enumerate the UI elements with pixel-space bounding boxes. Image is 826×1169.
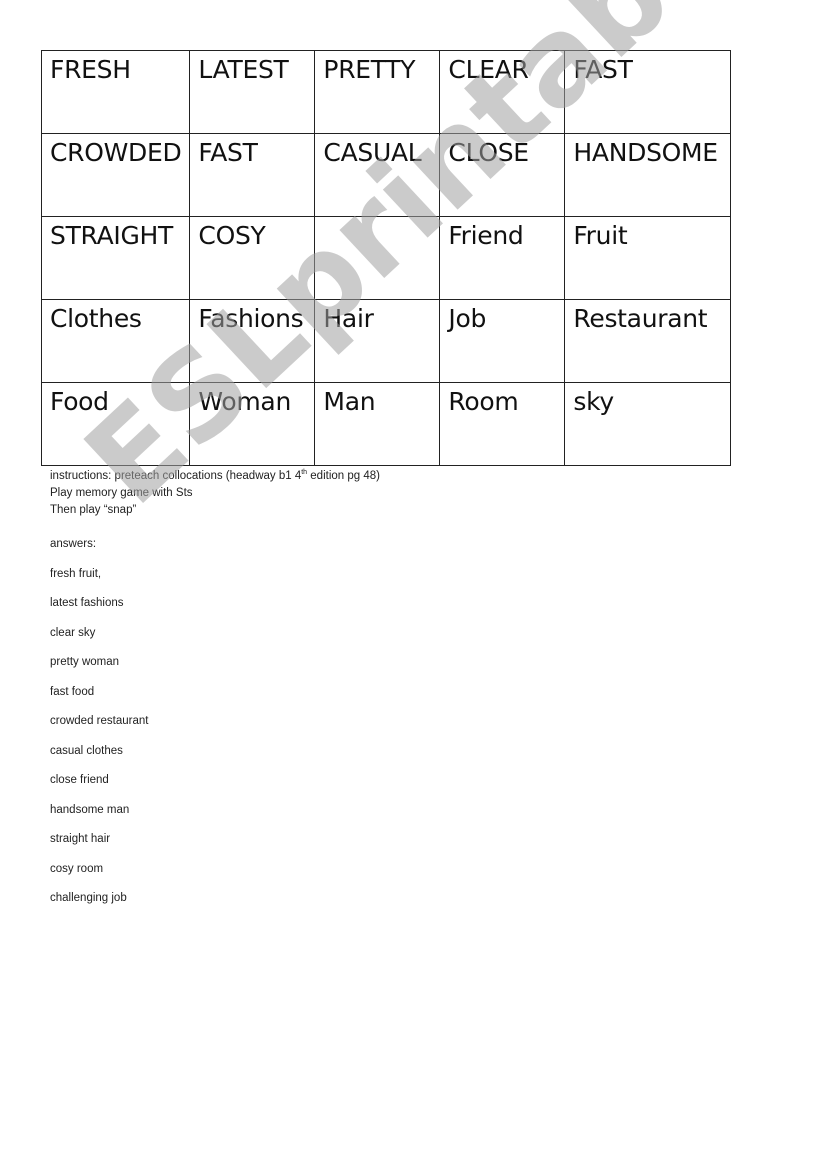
- instructions-text: edition pg 48): [307, 469, 380, 482]
- grid-cell: FAST: [564, 50, 732, 134]
- grid-cell: Room: [439, 382, 566, 466]
- answer-item: close friend: [50, 774, 109, 786]
- instructions-line-1: instructions: preteach collocations (hea…: [50, 464, 380, 485]
- grid-cell: Friend: [439, 216, 566, 300]
- grid-row: CROWDED FAST CASUAL CLOSE HANDSOME: [40, 133, 732, 217]
- answer-item: handsome man: [50, 803, 130, 816]
- answer-item: challenging job: [50, 892, 127, 904]
- grid-cell: Restaurant: [564, 299, 732, 383]
- grid-cell: Food: [40, 382, 191, 466]
- answer-item: pretty woman: [50, 656, 120, 668]
- grid-cell: COSY: [189, 216, 316, 300]
- grid-cell: CLEAR: [439, 50, 566, 134]
- grid-cell: FAST: [189, 133, 316, 217]
- grid-cell: Job: [439, 299, 566, 383]
- grid-cell: Woman: [189, 382, 316, 466]
- instructions: instructions: preteach collocations (hea…: [50, 464, 380, 519]
- grid-cell: FRESH: [40, 50, 191, 134]
- answer-item: fast food: [50, 685, 95, 698]
- answer-item: fresh fruit,: [50, 567, 102, 580]
- answer-item: cosy room: [50, 862, 104, 875]
- instructions-text: instructions: preteach collocations (hea…: [50, 469, 302, 482]
- grid-cell: sky: [564, 382, 732, 466]
- answer-item: clear sky: [50, 626, 96, 639]
- grid-cell: CLOSE: [439, 133, 566, 217]
- answer-item: casual clothes: [50, 744, 123, 757]
- grid-cell: CROWDED: [40, 133, 191, 217]
- grid-cell: Man: [314, 382, 441, 466]
- instructions-line-3: Then play “snap”: [50, 503, 137, 516]
- collocation-grid: FRESH LATEST PRETTY CLEAR FAST CROWDED FAST CAS…: [40, 50, 732, 466]
- answers-list: answers: fresh fruit, latest fashions clea…: [50, 538, 148, 922]
- answer-item: straight hair: [50, 833, 111, 845]
- grid-cell: STRAIGHT: [40, 216, 191, 300]
- grid-row: Clothes Fashions Hair Job Restaurant: [40, 299, 732, 383]
- grid-cell: Hair: [314, 299, 441, 383]
- grid-cell: HANDSOME: [564, 133, 732, 217]
- grid-cell: Fruit: [564, 216, 732, 300]
- grid-cell: CASUAL: [314, 133, 441, 217]
- grid-cell: Fashions: [189, 299, 316, 383]
- grid-cell: LATEST: [189, 50, 316, 134]
- answers-label: answers:: [50, 538, 97, 550]
- answer-item: crowded restaurant: [50, 715, 149, 727]
- instructions-line-2: Play memory game with Sts: [50, 486, 193, 499]
- grid-cell: [314, 216, 441, 300]
- grid-cell: Clothes: [40, 299, 191, 383]
- grid-row: FRESH LATEST PRETTY CLEAR FAST: [40, 50, 732, 134]
- grid-cell: PRETTY: [314, 50, 441, 134]
- grid-row: Food Woman Man Room sky: [40, 382, 732, 466]
- answer-item: latest fashions: [50, 597, 124, 609]
- grid-row: STRAIGHT COSY Friend Fruit: [40, 216, 732, 300]
